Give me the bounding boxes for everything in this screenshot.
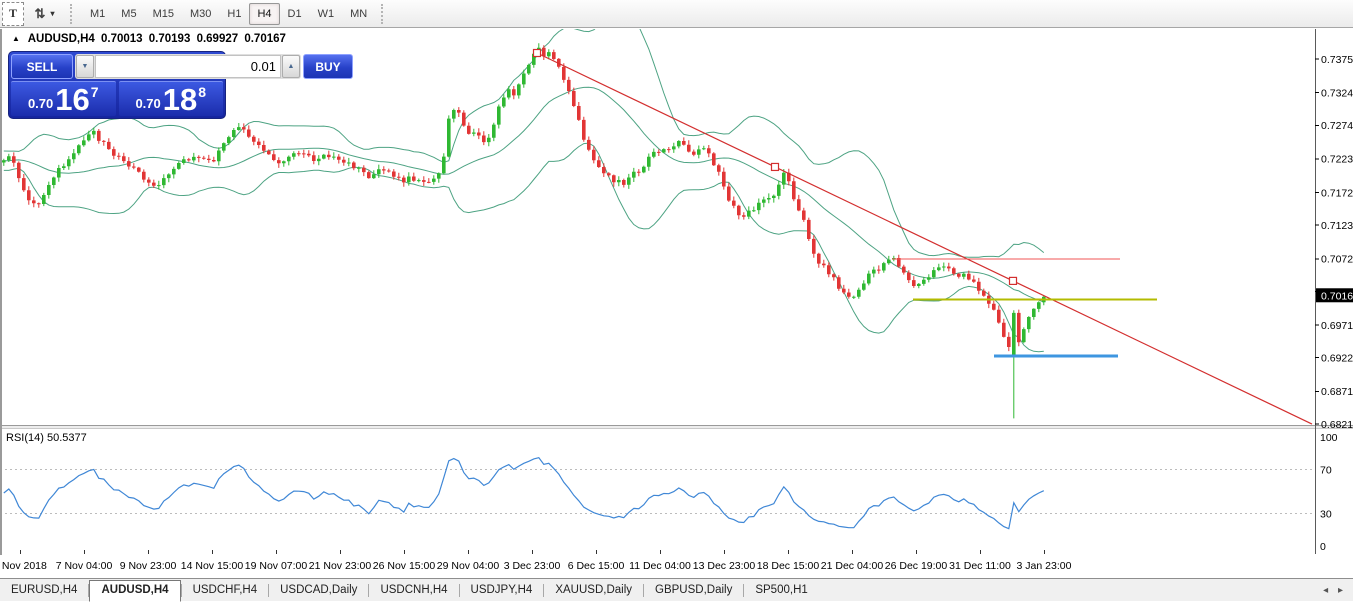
one-click-trading-panel: SELL ▼ ▲ BUY 0.70 16 7 0.70 18 8 (8, 51, 226, 119)
tab-eurusd-h4[interactable]: EURUSD,H4 (0, 580, 88, 600)
tab-usdjpy-h4[interactable]: USDJPY,H4 (460, 580, 544, 600)
trendline-object[interactable] (534, 49, 1313, 424)
top-toolbar: T ⇅ ▾ M1M5M15M30H1H4D1W1MN (0, 0, 1353, 28)
date-axis-label: 31 Dec 11:00 (949, 560, 1011, 572)
symbol-marker-icon: ▲ (12, 34, 20, 43)
date-axis-label: 21 Dec 04:00 (821, 560, 883, 572)
text-tool-icon: T (9, 6, 17, 21)
timeframe-button-h1[interactable]: H1 (219, 3, 249, 25)
date-axis-label: 3 Jan 23:00 (1017, 560, 1072, 572)
tab-scroll-right-icon[interactable]: ▸ (1338, 585, 1343, 596)
date-axis-label: 11 Dec 04:00 (629, 560, 691, 572)
tab-scroll-left-icon[interactable]: ◂ (1323, 585, 1328, 596)
chevron-down-icon: ▾ (50, 9, 55, 18)
sell-button[interactable]: SELL (11, 54, 73, 79)
tab-sp500-h1[interactable]: SP500,H1 (744, 580, 818, 600)
volume-input[interactable] (95, 55, 281, 78)
svg-text:0.70167: 0.70167 (1321, 290, 1353, 302)
ohlc-open: 0.70013 (101, 33, 143, 45)
price-axis-label: 0.72745 (1321, 120, 1353, 132)
sell-price-display[interactable]: 0.70 16 7 (11, 81, 116, 116)
date-axis-label: 26 Nov 15:00 (373, 560, 435, 572)
date-axis-label: 26 Dec 19:00 (885, 560, 947, 572)
chart-tab-bar: EURUSD,H4AUDUSD,H4USDCHF,H4USDCAD,DailyU… (0, 578, 1353, 601)
bollinger-middle-band[interactable] (4, 87, 1044, 302)
tab-xauusd-daily[interactable]: XAUUSD,Daily (544, 580, 643, 600)
tab-usdcad-daily[interactable]: USDCAD,Daily (269, 580, 368, 600)
text-tool-button[interactable]: T (2, 2, 24, 26)
tab-usdcnh-h4[interactable]: USDCNH,H4 (369, 580, 458, 600)
price-axis-label: 0.69715 (1321, 320, 1353, 332)
volume-stepper: ▼ ▲ (75, 54, 301, 79)
toolbar-grip (70, 4, 76, 24)
tabs-container: EURUSD,H4AUDUSD,H4USDCHF,H4USDCAD,DailyU… (0, 579, 819, 601)
date-axis-label: 2 Nov 2018 (0, 560, 47, 572)
rsi-line (4, 458, 1044, 529)
sell-price-big: 16 (55, 84, 89, 115)
chart-title: ▲ AUDUSD,H4 0.70013 0.70193 0.69927 0.70… (12, 33, 289, 45)
date-axis-label: 7 Nov 04:00 (56, 560, 113, 572)
toolbar-grip (381, 4, 387, 24)
date-axis: 2 Nov 2018 7 Nov 04:00 9 Nov 23:00 14 Nov 1… (0, 555, 1353, 577)
tab-scroll-arrows: ◂ ▸ (1316, 585, 1343, 596)
tab-usdchf-h4[interactable]: USDCHF,H4 (182, 580, 269, 600)
rsi-axis-label: 70 (1320, 465, 1332, 477)
tab-audusd-h4[interactable]: AUDUSD,H4 (89, 580, 180, 602)
rsi-indicator-label: RSI(14) 50.5377 (6, 432, 87, 444)
price-axis-label: 0.68710 (1321, 386, 1353, 398)
rsi-pane (0, 458, 1315, 529)
price-axis-label: 0.72235 (1321, 154, 1353, 166)
timeframe-button-m30[interactable]: M30 (182, 3, 219, 25)
timeframe-button-m1[interactable]: M1 (82, 3, 113, 25)
arrows-tool-button[interactable]: ⇅ ▾ (28, 3, 62, 25)
timeframe-button-mn[interactable]: MN (342, 3, 375, 25)
buy-button[interactable]: BUY (303, 54, 353, 79)
arrows-icon: ⇅ (35, 6, 47, 22)
price-axis-label: 0.71725 (1321, 187, 1353, 199)
timeframe-button-h4[interactable]: H4 (249, 3, 279, 25)
buy-price-big: 18 (163, 84, 197, 115)
trendline-anchor-handle[interactable] (772, 163, 779, 170)
price-axis-label: 0.70720 (1321, 254, 1353, 266)
rsi-axis-label: 100 (1320, 432, 1338, 444)
date-axis-label: 14 Nov 15:00 (181, 560, 243, 572)
price-axis-label: 0.68215 (1321, 419, 1353, 431)
price-axis-label: 0.69220 (1321, 353, 1353, 365)
timeframe-button-m15[interactable]: M15 (145, 3, 182, 25)
buy-price-sup: 8 (198, 84, 206, 100)
price-axis-label: 0.73240 (1321, 87, 1353, 99)
sell-price-sup: 7 (91, 84, 99, 100)
ohlc-high: 0.70193 (149, 33, 191, 45)
timeframe-button-w1[interactable]: W1 (310, 3, 343, 25)
date-axis-label: 19 Nov 07:00 (245, 560, 307, 572)
bollinger-lower-band[interactable] (4, 143, 1044, 352)
tab-gbpusd-daily[interactable]: GBPUSD,Daily (644, 580, 743, 600)
date-axis-label: 29 Nov 04:00 (437, 560, 499, 572)
date-axis-label: 21 Nov 23:00 (309, 560, 371, 572)
trendline-anchor-handle[interactable] (534, 49, 541, 56)
buy-price-prefix: 0.70 (135, 96, 160, 111)
window-left-border (0, 29, 2, 577)
timeframe-button-d1[interactable]: D1 (280, 3, 310, 25)
volume-increase-button[interactable]: ▲ (282, 55, 300, 78)
sell-price-prefix: 0.70 (28, 96, 53, 111)
chart-symbol: AUDUSD,H4 (28, 33, 95, 45)
rsi-axis-label: 0 (1320, 541, 1326, 553)
ohlc-close: 0.70167 (244, 33, 286, 45)
timeframe-button-m5[interactable]: M5 (113, 3, 144, 25)
date-axis-label: 18 Dec 15:00 (757, 560, 819, 572)
date-axis-label: 9 Nov 23:00 (120, 560, 177, 572)
timeframe-bar: M1M5M15M30H1H4D1W1MN (82, 3, 375, 25)
price-axis-label: 0.73750 (1321, 54, 1353, 66)
date-axis-label: 6 Dec 15:00 (568, 560, 625, 572)
buy-price-display[interactable]: 0.70 18 8 (119, 81, 224, 116)
rsi-axis-label: 30 (1320, 508, 1332, 520)
current-price-tag: 0.70167 (1316, 288, 1353, 302)
ohlc-low: 0.69927 (197, 33, 239, 45)
price-axis-label: 0.71230 (1321, 220, 1353, 232)
date-axis-label: 13 Dec 23:00 (693, 560, 755, 572)
trendline-anchor-handle[interactable] (1010, 277, 1017, 284)
volume-decrease-button[interactable]: ▼ (76, 55, 94, 78)
date-axis-label: 3 Dec 23:00 (504, 560, 561, 572)
